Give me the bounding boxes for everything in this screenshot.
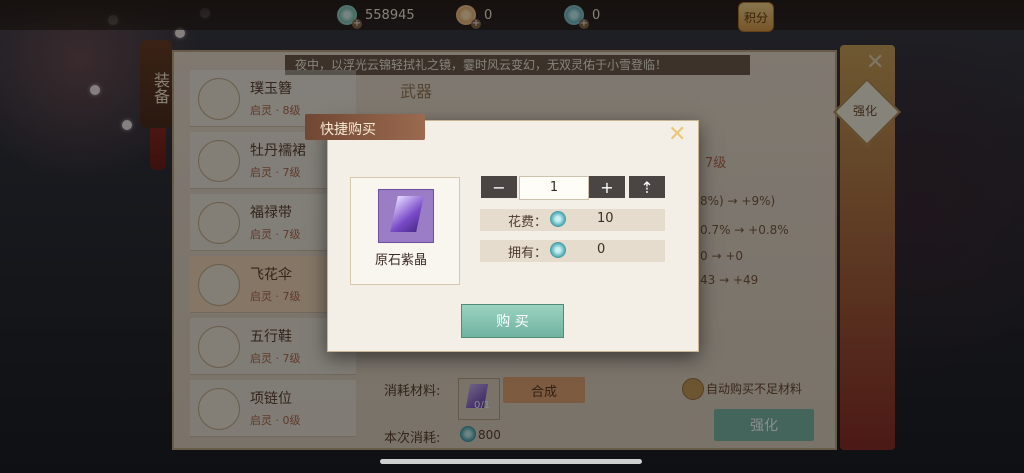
item-name: 原石紫晶 <box>375 253 428 268</box>
quantity-input[interactable]: 1 <box>519 176 589 200</box>
home-indicator[interactable] <box>380 459 642 464</box>
cost-label: 花费： <box>508 215 548 230</box>
cost-value: 10 <box>597 211 614 226</box>
owned-value: 0 <box>597 242 606 257</box>
buy-button[interactable]: 购 买 <box>461 304 564 338</box>
teal-coin-icon <box>550 211 566 227</box>
teal-coin-icon <box>550 242 566 258</box>
increase-button[interactable]: + <box>589 176 625 198</box>
close-icon[interactable]: ✕ <box>668 122 686 147</box>
modal-title: 快捷购买 <box>320 122 376 138</box>
owned-label: 拥有： <box>508 246 548 261</box>
decrease-button[interactable]: − <box>481 176 517 198</box>
max-button[interactable]: ⇡ <box>629 176 665 198</box>
